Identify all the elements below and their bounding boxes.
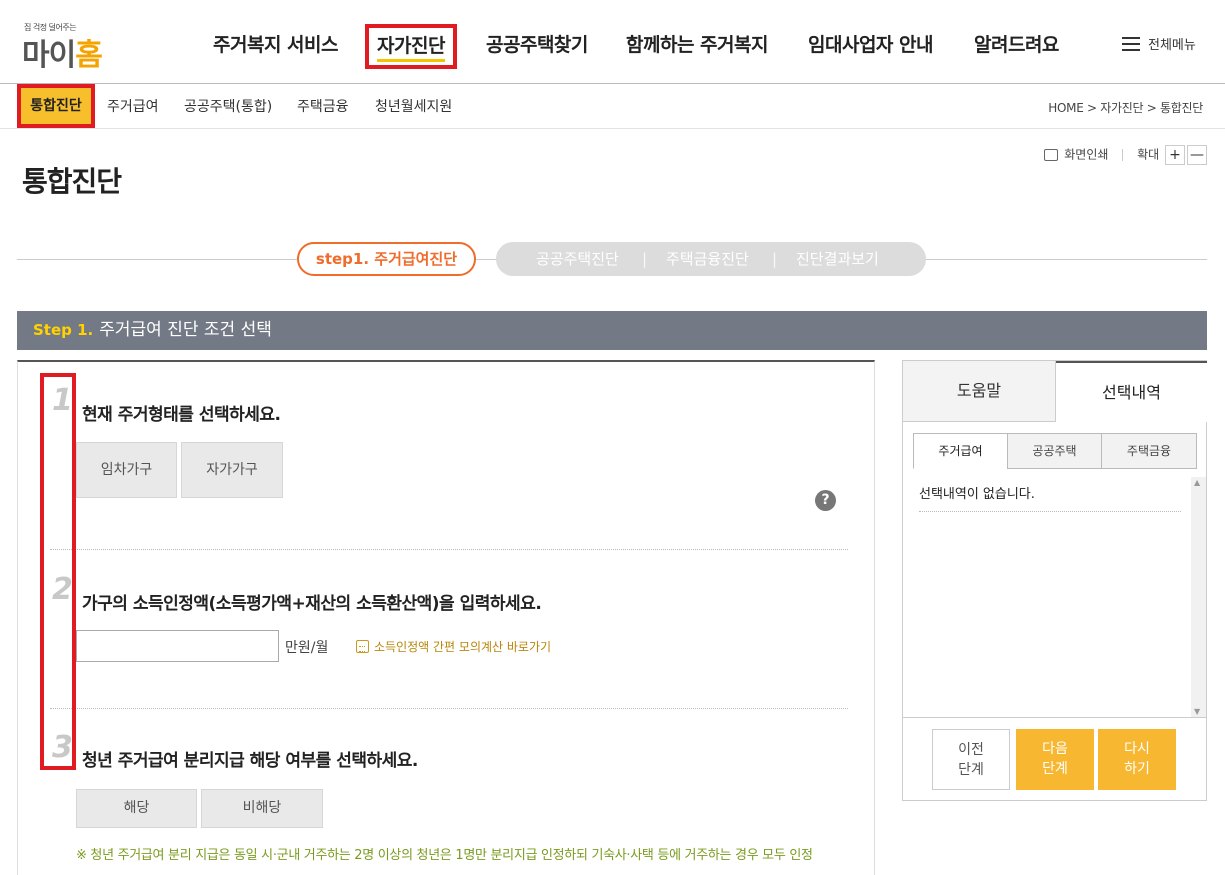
print-button[interactable]: 화면인쇄	[1064, 148, 1108, 162]
sub-tab-housing-finance[interactable]: 주택금융	[297, 96, 349, 116]
scroll-up-icon[interactable]: ▲	[1194, 478, 1200, 487]
step-heading: Step 1. 주거급여 진단 조건 선택	[17, 311, 1207, 350]
reset-button[interactable]: 다시 하기	[1098, 729, 1176, 790]
income-input[interactable]	[76, 630, 279, 662]
logo-text: 마이홈	[22, 38, 103, 73]
gnb-item-housing-service[interactable]: 주거복지 서비스	[213, 30, 338, 57]
step-heading-num: Step 1.	[33, 321, 94, 339]
sidebar-footer: 이전 단계 다음 단계 다시 하기	[903, 717, 1206, 801]
question-text: 현재 주거형태를 선택하세요.	[82, 405, 281, 425]
step-current: step1. 주거급여진단	[297, 242, 476, 276]
sidebar: 도움말 선택내역 주거급여 공공주택 주택금융 선택내역이 없습니다. ▲ ▼ …	[902, 360, 1207, 801]
zoom-in-button[interactable]: +	[1165, 145, 1185, 165]
section-divider	[50, 549, 848, 550]
page-title: 통합진단	[22, 165, 122, 198]
section-divider	[50, 708, 848, 709]
step-housing-finance: 주택금융진단	[666, 250, 749, 268]
step-heading-text: 주거급여 진단 조건 선택	[99, 320, 272, 340]
step-public-housing: 공공주택진단	[536, 250, 619, 268]
tab-selection[interactable]: 선택내역	[1056, 361, 1207, 422]
help-icon[interactable]: ?	[815, 490, 836, 511]
gnb-item-landlord-guide[interactable]: 임대사업자 안내	[808, 30, 933, 57]
step-separator: |	[642, 250, 648, 268]
hamburger-icon	[1122, 37, 1140, 51]
sub-tab-youth-rent[interactable]: 청년월세지원	[375, 96, 452, 116]
income-unit: 만원/월	[285, 640, 329, 656]
prev-step-button[interactable]: 이전 단계	[932, 729, 1010, 790]
income-calculator-link[interactable]: 소득인정액 간편 모의계산 바로가기	[356, 638, 551, 655]
scroll-down-icon[interactable]: ▼	[1194, 707, 1200, 716]
question-text: 가구의 소득인정액(소득평가액+재산의 소득환산액)을 입력하세요.	[82, 594, 542, 614]
sub-tab-integrated[interactable]: 통합진단	[17, 84, 95, 128]
all-menu-label: 전체메뉴	[1148, 38, 1196, 53]
header: 집 걱정 덜어주는 마이홈 주거복지 서비스 자가진단 공공주택찾기 함께하는 …	[0, 0, 1225, 84]
page-tools: 화면인쇄 확대 + —	[1044, 145, 1207, 165]
sub-tab-housing-benefit[interactable]: 주거급여	[107, 96, 159, 116]
selection-sub-tabs: 주거급여 공공주택 주택금융	[913, 433, 1197, 469]
calculator-icon	[356, 640, 369, 653]
breadcrumb: HOME > 자가진단 > 통합진단	[1048, 101, 1203, 115]
site-logo[interactable]: 집 걱정 덜어주는 마이홈	[22, 18, 132, 73]
sub-tab-public-housing[interactable]: 공공주택(통합)	[184, 96, 272, 116]
scrollbar[interactable]: ▲ ▼	[1191, 477, 1206, 717]
next-step-button[interactable]: 다음 단계	[1016, 729, 1094, 790]
notice-text: ※ 청년 주거급여 분리 지급은 동일 시·군내 거주하는 2명 이상의 청년은…	[76, 848, 813, 863]
gnb-item-public-housing[interactable]: 공공주택찾기	[486, 30, 588, 57]
option-not-applicable-button[interactable]: 비해당	[201, 789, 323, 828]
sub-tab-public[interactable]: 공공주택	[1007, 433, 1102, 469]
option-renter-button[interactable]: 임차가구	[76, 442, 177, 498]
step-remaining: 공공주택진단 | 주택금융진단 | 진단결과보기	[496, 242, 926, 276]
highlight-box	[40, 373, 76, 770]
print-icon	[1044, 148, 1059, 161]
selection-list: 선택내역이 없습니다. ▲ ▼	[913, 469, 1206, 717]
step-result: 진단결과보기	[796, 250, 879, 268]
zoom-out-button[interactable]: —	[1187, 145, 1207, 165]
sub-tab-benefit[interactable]: 주거급여	[913, 433, 1008, 469]
gnb-item-together-welfare[interactable]: 함께하는 주거복지	[626, 30, 768, 57]
all-menu-button[interactable]: 전체메뉴	[1122, 34, 1196, 53]
option-owner-button[interactable]: 자가가구	[181, 442, 283, 498]
gnb-item-notice[interactable]: 알려드려요	[974, 30, 1059, 57]
gnb-item-self-diagnosis[interactable]: 자가진단	[365, 24, 457, 69]
tools-divider	[1122, 148, 1124, 161]
step-separator: |	[772, 250, 778, 268]
sub-nav: 통합진단 주거급여 공공주택(통합) 주택금융 청년월세지원 HOME > 자가…	[0, 84, 1225, 129]
question-text: 청년 주거급여 분리지급 해당 여부를 선택하세요.	[82, 751, 418, 771]
selection-empty-text: 선택내역이 없습니다.	[919, 483, 1181, 512]
zoom-label: 확대	[1137, 147, 1160, 162]
sub-tab-finance[interactable]: 주택금융	[1101, 433, 1197, 469]
option-applicable-button[interactable]: 해당	[76, 789, 197, 828]
tab-help[interactable]: 도움말	[903, 361, 1056, 422]
